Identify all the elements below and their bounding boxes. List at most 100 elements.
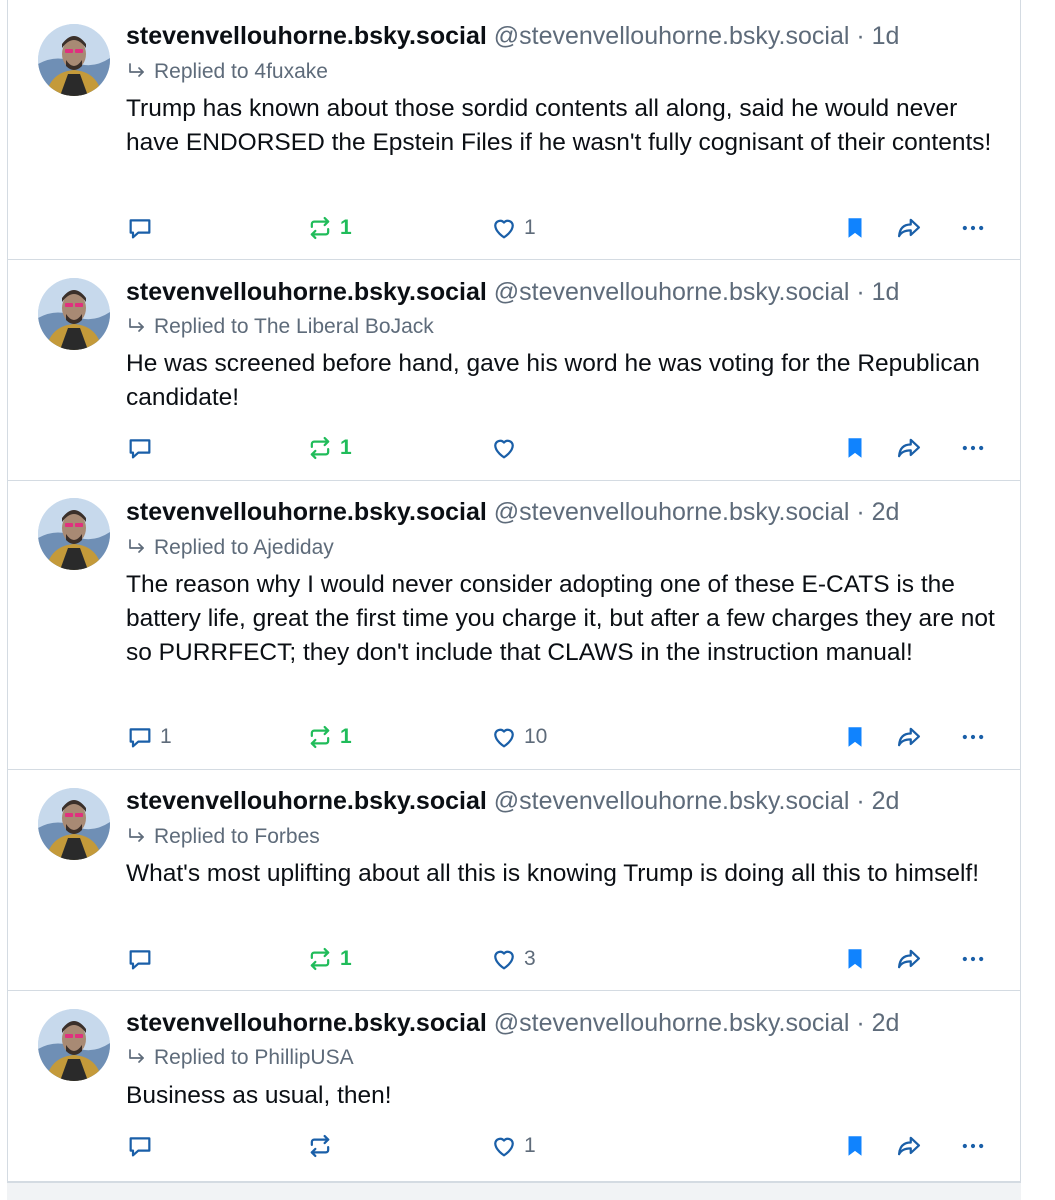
bookmark-icon [842,945,868,973]
heart-icon [490,1132,518,1160]
share-button[interactable] [894,1130,924,1162]
like-button[interactable]: 1 [490,1130,536,1162]
share-button[interactable] [894,943,924,975]
display-name[interactable]: stevenvellouhorne.bsky.social [126,1009,487,1037]
reply-arrow-icon [126,60,154,83]
feed-post[interactable]: stevenvellouhorne.bsky.social @stevenvel… [8,260,1020,481]
post-text: He was screened before hand, gave his wo… [126,350,980,411]
post-header: stevenvellouhorne.bsky.social @stevenvel… [126,21,1000,51]
share-button[interactable] [894,721,924,753]
display-name[interactable]: stevenvellouhorne.bsky.social [126,278,487,306]
repost-arrows-icon [306,1132,334,1160]
post-time[interactable]: 2d [872,787,900,815]
separator-dot: · [856,22,865,50]
bookmark-button[interactable] [842,943,868,975]
post-actions: 1 1 [126,212,1020,244]
bookmark-icon [842,434,868,462]
replied-to-label: Replied to Forbes [154,825,320,848]
handle[interactable]: @stevenvellouhorne.bsky.social [494,498,850,526]
avatar[interactable] [38,1009,110,1081]
replied-to-label: Replied to 4fuxake [154,60,328,83]
reply-button[interactable] [126,1130,160,1162]
reply-button[interactable] [126,212,160,244]
post-actions: 1 1 10 [126,721,1020,753]
avatar[interactable] [38,788,110,860]
separator-dot: · [856,1009,865,1037]
heart-icon [490,945,518,973]
reply-button[interactable]: 1 [126,721,172,753]
heart-icon [490,723,518,751]
speech-bubble-icon [126,1132,154,1160]
more-options-button[interactable] [958,943,988,975]
handle[interactable]: @stevenvellouhorne.bsky.social [494,278,850,306]
post-header: stevenvellouhorne.bsky.social @stevenvel… [126,1008,1000,1038]
more-options-button[interactable] [958,721,988,753]
handle[interactable]: @stevenvellouhorne.bsky.social [494,1009,850,1037]
share-arrow-icon [894,945,924,973]
next-post-preview[interactable] [7,1182,1021,1200]
more-options-button[interactable] [958,212,988,244]
repost-count: 1 [340,216,352,239]
like-button[interactable]: 1 [490,212,536,244]
speech-bubble-icon [126,214,154,242]
bookmark-button[interactable] [842,212,868,244]
more-dots-icon [958,1132,988,1160]
separator-dot: · [856,498,865,526]
reply-arrow-icon [126,825,154,848]
more-dots-icon [958,214,988,242]
post-time[interactable]: 2d [872,1009,900,1037]
post-text: Business as usual, then! [126,1082,392,1109]
replied-to-link[interactable]: Replied to The Liberal BoJack [126,314,434,340]
post-text: What's most uplifting about all this is … [126,860,980,887]
bookmark-button[interactable] [842,432,868,464]
like-button[interactable]: 10 [490,721,547,753]
separator-dot: · [856,278,865,306]
replied-to-label: Replied to The Liberal BoJack [154,315,434,338]
display-name[interactable]: stevenvellouhorne.bsky.social [126,498,487,526]
bookmark-icon [842,214,868,242]
repost-arrows-icon [306,723,334,751]
bookmark-button[interactable] [842,1130,868,1162]
share-button[interactable] [894,212,924,244]
post-time[interactable]: 1d [872,278,900,306]
avatar[interactable] [38,498,110,570]
feed-post[interactable]: stevenvellouhorne.bsky.social @stevenvel… [8,991,1020,1182]
repost-button[interactable] [306,1130,340,1162]
display-name[interactable]: stevenvellouhorne.bsky.social [126,22,487,50]
share-arrow-icon [894,434,924,462]
post-time[interactable]: 2d [872,498,900,526]
display-name[interactable]: stevenvellouhorne.bsky.social [126,787,487,815]
more-options-button[interactable] [958,432,988,464]
handle[interactable]: @stevenvellouhorne.bsky.social [494,787,850,815]
share-button[interactable] [894,432,924,464]
reply-arrow-icon [126,536,154,559]
bookmark-icon [842,723,868,751]
feed-post[interactable]: stevenvellouhorne.bsky.social @stevenvel… [8,770,1020,991]
bookmark-button[interactable] [842,721,868,753]
avatar[interactable] [38,24,110,96]
bookmark-icon [842,1132,868,1160]
repost-button[interactable]: 1 [306,943,352,975]
post-actions: 1 [126,1130,1020,1162]
like-button[interactable]: 3 [490,943,536,975]
replied-to-link[interactable]: Replied to Ajediday [126,535,334,561]
post-time[interactable]: 1d [872,22,900,50]
repost-button[interactable]: 1 [306,721,352,753]
feed-post[interactable]: stevenvellouhorne.bsky.social @stevenvel… [8,0,1020,260]
reply-button[interactable] [126,432,160,464]
repost-button[interactable]: 1 [306,212,352,244]
feed-post[interactable]: stevenvellouhorne.bsky.social @stevenvel… [8,481,1020,770]
replied-to-label: Replied to PhillipUSA [154,1046,354,1069]
repost-button[interactable]: 1 [306,432,352,464]
avatar[interactable] [38,278,110,350]
separator-dot: · [856,787,865,815]
reply-button[interactable] [126,943,160,975]
heart-icon [490,434,518,462]
replied-to-link[interactable]: Replied to Forbes [126,824,320,850]
handle[interactable]: @stevenvellouhorne.bsky.social [494,22,850,50]
reply-arrow-icon [126,1046,154,1069]
replied-to-link[interactable]: Replied to PhillipUSA [126,1045,354,1071]
more-options-button[interactable] [958,1130,988,1162]
replied-to-link[interactable]: Replied to 4fuxake [126,59,328,85]
like-button[interactable] [490,432,524,464]
